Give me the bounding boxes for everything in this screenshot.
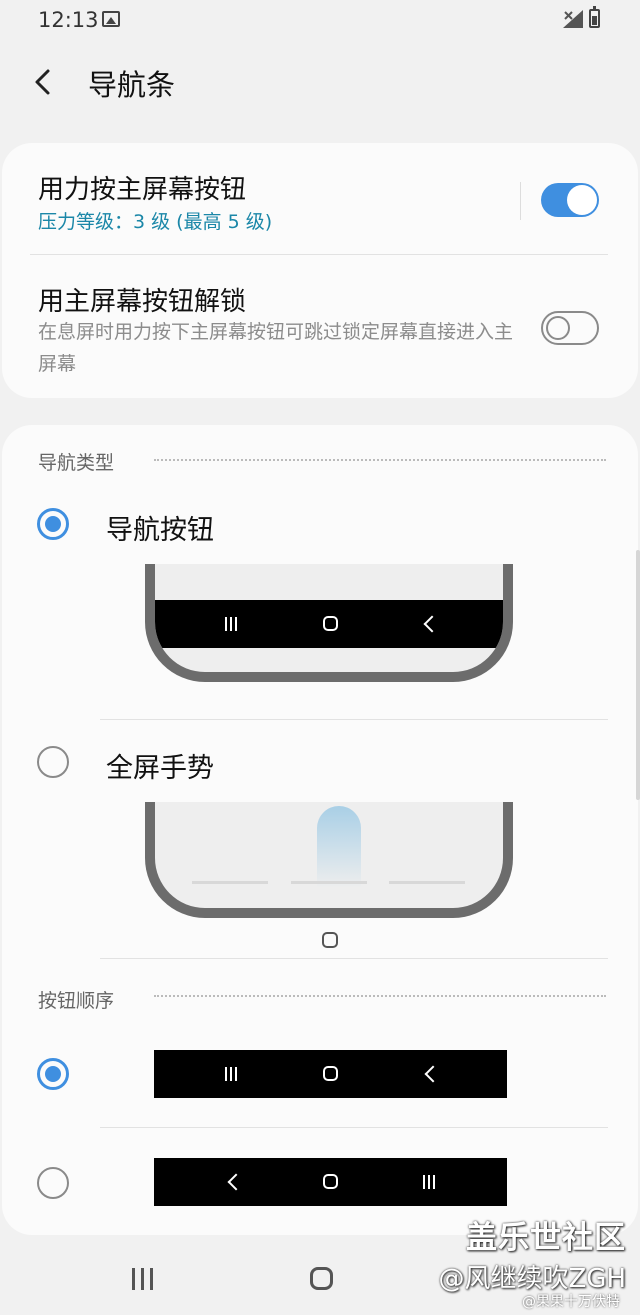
recents-button[interactable] xyxy=(132,1268,154,1290)
home-icon xyxy=(323,1174,338,1189)
swipe-up-hint xyxy=(317,806,361,888)
back-icon xyxy=(423,615,441,633)
nav-buttons-preview[interactable] xyxy=(145,564,513,682)
divider xyxy=(30,254,608,255)
recents-icon xyxy=(224,617,238,631)
divider xyxy=(100,1127,608,1128)
gesture-hint-bar xyxy=(291,881,367,884)
order-preview-recents-home-back[interactable] xyxy=(154,1050,507,1098)
back-icon xyxy=(424,1065,442,1083)
back-icon xyxy=(227,1173,245,1191)
gesture-hint-bar xyxy=(389,881,465,884)
gallery-icon xyxy=(102,11,120,27)
preview-navbar xyxy=(155,600,503,648)
section-header-button-order: 按钮顺序 xyxy=(38,990,115,1012)
divider xyxy=(520,182,521,220)
home-icon xyxy=(323,616,338,631)
divider xyxy=(100,958,608,959)
toggle-knob xyxy=(567,185,597,215)
force-press-subtitle: 压力等级：3 级 (最高 5 级) xyxy=(38,211,273,233)
home-icon xyxy=(322,932,338,948)
unlock-toggle[interactable] xyxy=(541,311,599,345)
status-time: 12:13 xyxy=(38,8,99,32)
radio-order-recents-home-back[interactable] xyxy=(37,1058,69,1090)
recents-icon xyxy=(224,1067,238,1081)
radio-order-back-home-recents[interactable] xyxy=(37,1167,69,1199)
radio-fullscreen-gestures[interactable] xyxy=(37,746,69,778)
dotted-divider xyxy=(154,995,606,997)
section-header-nav-type: 导航类型 xyxy=(38,452,115,474)
toggle-knob xyxy=(546,316,570,340)
battery-icon xyxy=(589,6,600,28)
unlock-description: 在息屏时用力按下主屏幕按钮可跳过锁定屏幕直接进入主屏幕 xyxy=(38,321,514,375)
back-arrow-icon[interactable] xyxy=(28,62,64,102)
force-press-toggle[interactable] xyxy=(541,183,599,217)
option-fullscreen-gestures-label[interactable]: 全屏手势 xyxy=(106,746,214,785)
gestures-preview[interactable] xyxy=(145,802,513,918)
scrollbar[interactable] xyxy=(636,550,640,800)
force-press-title[interactable]: 用力按主屏幕按钮 xyxy=(38,169,246,206)
signal-icon xyxy=(563,10,583,28)
dotted-divider xyxy=(154,459,606,461)
status-bar: 12:13 xyxy=(0,0,640,40)
option-nav-buttons-label[interactable]: 导航按钮 xyxy=(106,508,214,547)
home-button[interactable] xyxy=(310,1267,333,1290)
order-preview-back-home-recents[interactable] xyxy=(154,1158,507,1206)
radio-nav-buttons[interactable] xyxy=(37,508,69,540)
watermark-author: @风继续吹ZGH xyxy=(438,1264,626,1294)
watermark-weibo: @果果十万伏特 xyxy=(522,1294,620,1310)
divider xyxy=(100,719,608,720)
page-title: 导航条 xyxy=(88,68,176,102)
gesture-hint-bar xyxy=(192,881,268,884)
recents-icon xyxy=(422,1175,436,1189)
watermark-community: 盖乐世社区 xyxy=(466,1220,626,1256)
home-icon xyxy=(323,1066,338,1081)
unlock-title[interactable]: 用主屏幕按钮解锁 xyxy=(38,281,246,318)
